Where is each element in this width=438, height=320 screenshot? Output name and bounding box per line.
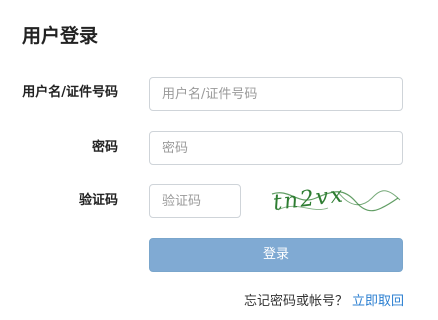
page-title: 用户登录 [22,25,99,47]
captcha-text: tn2vx [272,182,346,216]
captcha-label: 验证码 [78,193,118,208]
username-input[interactable] [149,77,403,111]
password-input[interactable] [149,131,403,165]
forgot-account-text: 忘记密码或帐号？ [243,294,348,309]
retrieve-account-link[interactable]: 立即取回 [352,294,404,309]
password-label: 密码 [91,140,118,155]
captcha-input[interactable] [149,184,241,218]
login-button[interactable]: 登录 [149,238,403,272]
captcha-image[interactable]: tn2vx [268,180,402,224]
username-label: 用户名/证件号码 [22,85,118,100]
forgot-account-row: 忘记密码或帐号？ 立即取回 [244,293,404,311]
